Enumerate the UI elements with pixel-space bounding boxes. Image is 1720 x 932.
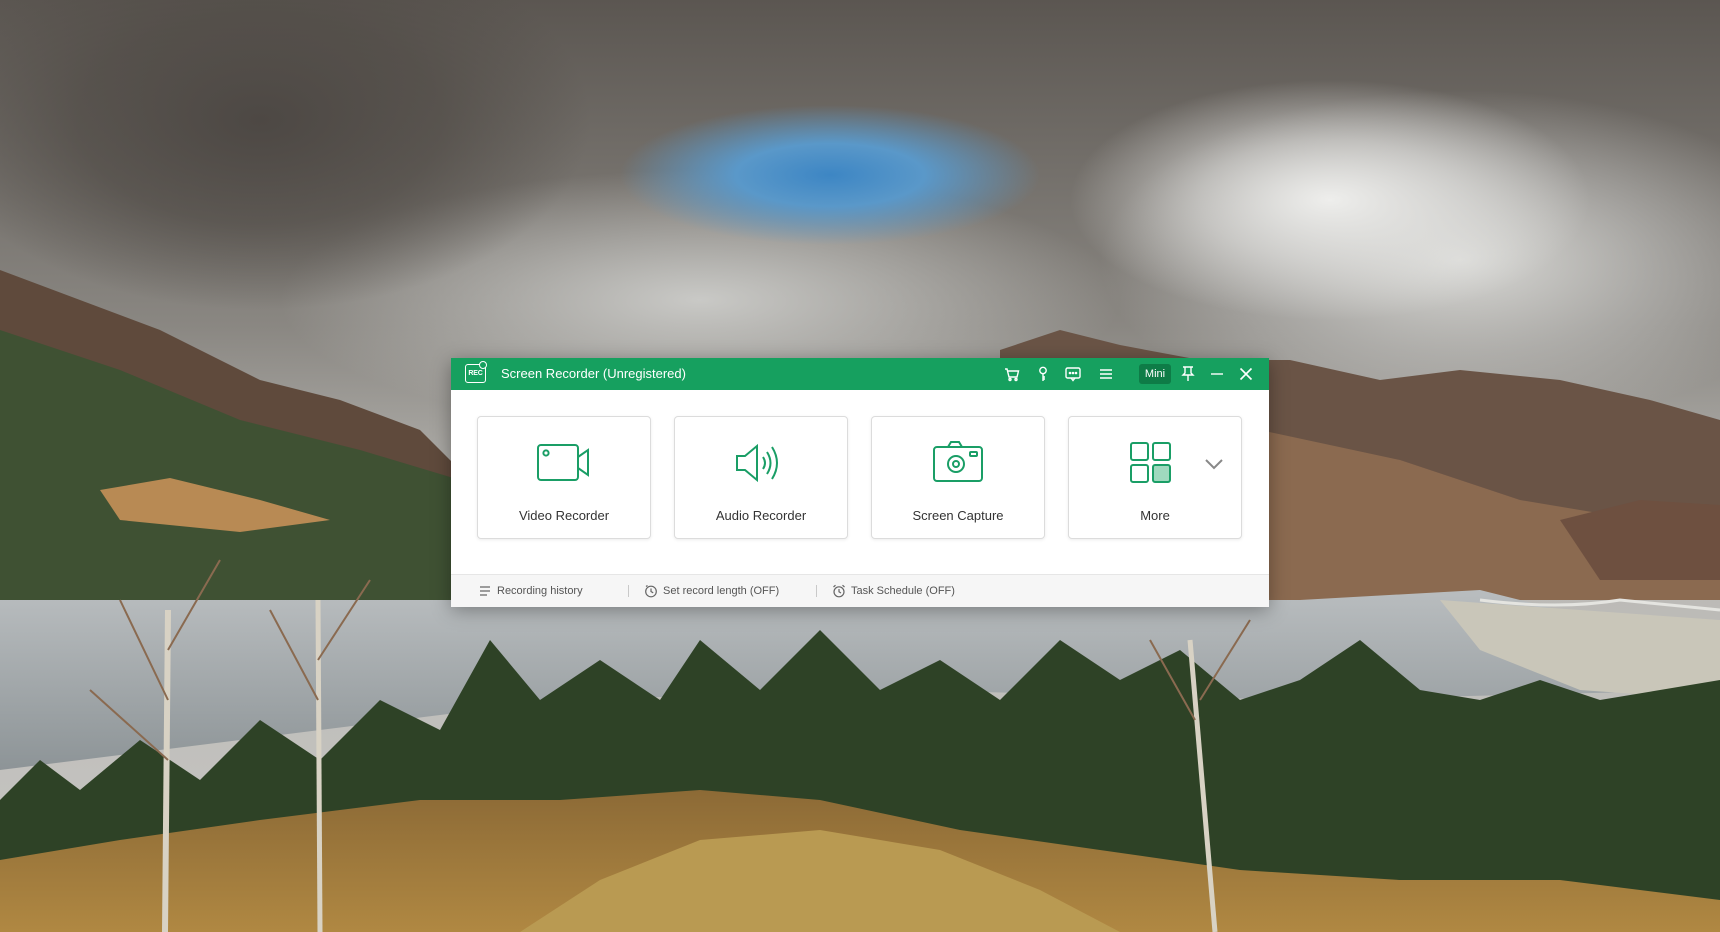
window-title: Screen Recorder (Unregistered) xyxy=(501,366,686,381)
video-recorder-button[interactable]: Video Recorder xyxy=(477,416,651,539)
screen-capture-label: Screen Capture xyxy=(912,508,1004,523)
recording-history-label: Recording history xyxy=(497,585,583,597)
set-record-length-label: Set record length (OFF) xyxy=(663,585,780,597)
video-recorder-label: Video Recorder xyxy=(518,508,610,523)
feedback-icon[interactable] xyxy=(1063,364,1083,384)
clock-icon xyxy=(645,585,657,598)
screen-capture-button[interactable]: Screen Capture xyxy=(871,416,1045,539)
key-icon[interactable] xyxy=(1033,364,1053,384)
audio-recorder-button[interactable]: Audio Recorder xyxy=(674,416,848,539)
grid-icon xyxy=(1129,441,1173,485)
cart-icon[interactable] xyxy=(1002,364,1022,384)
mode-panel: Video Recorder Audio Recorder Screen Cap… xyxy=(451,390,1269,574)
task-schedule-link[interactable]: Task Schedule (OFF) xyxy=(832,575,955,607)
speaker-icon xyxy=(729,439,793,487)
footer-divider xyxy=(816,585,817,597)
recording-history-link[interactable]: Recording history xyxy=(478,575,583,607)
mini-mode-button[interactable]: Mini xyxy=(1139,364,1171,384)
more-button[interactable]: More xyxy=(1068,416,1242,539)
task-schedule-label: Task Schedule (OFF) xyxy=(851,585,955,597)
audio-recorder-label: Audio Recorder xyxy=(715,508,807,523)
close-icon[interactable] xyxy=(1236,364,1256,384)
logo-dot xyxy=(479,361,487,369)
footer-divider xyxy=(628,585,629,597)
chevron-down-icon[interactable] xyxy=(1203,457,1225,471)
pin-icon[interactable] xyxy=(1178,364,1198,384)
video-camera-icon xyxy=(532,439,596,487)
alarm-clock-icon xyxy=(833,584,845,598)
title-bar[interactable]: REC Screen Recorder (Unregistered) Mini xyxy=(451,358,1269,390)
camera-icon xyxy=(926,439,990,487)
menu-icon[interactable] xyxy=(1096,364,1116,384)
set-record-length-link[interactable]: Set record length (OFF) xyxy=(644,575,779,607)
status-footer: Recording history Set record length (OFF… xyxy=(451,574,1269,607)
list-icon xyxy=(480,586,490,596)
minimize-icon[interactable] xyxy=(1207,364,1227,384)
more-label: More xyxy=(1140,508,1170,523)
screen-recorder-window: REC Screen Recorder (Unregistered) Mini … xyxy=(451,358,1269,607)
